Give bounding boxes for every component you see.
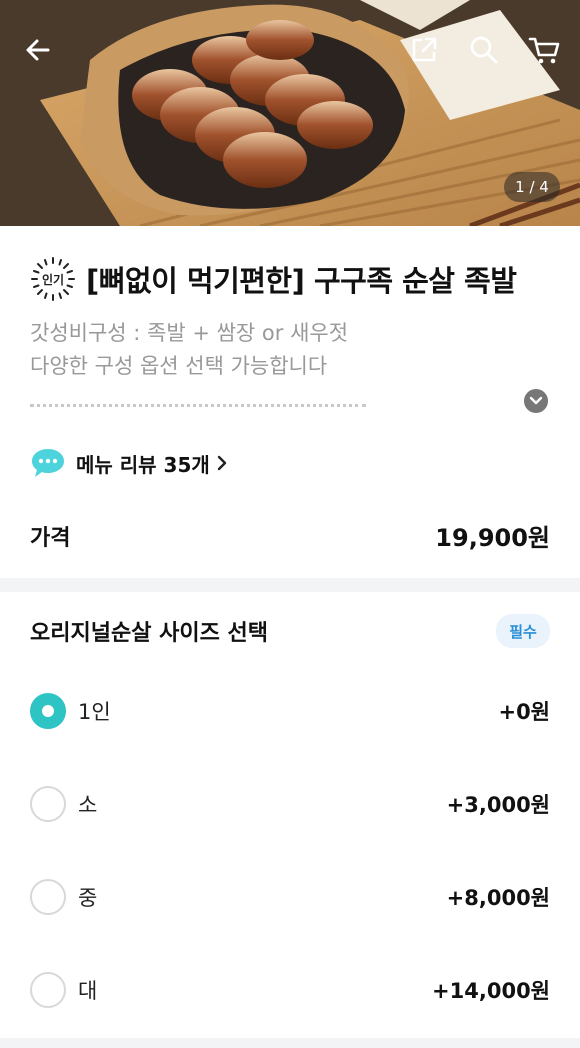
option-price: +8,000원 <box>446 886 550 910</box>
chevron-down-icon <box>529 396 543 405</box>
product-title-row: 인기 [뼈없이 먹기편한] 구구족 순살 족발 <box>30 256 517 302</box>
option-price: +0원 <box>498 700 550 724</box>
back-arrow-icon <box>26 39 50 61</box>
size-option-header: 오리지널순살 사이즈 선택 필수 <box>30 614 550 648</box>
speech-bubble-icon <box>32 449 64 477</box>
share-button[interactable] <box>404 30 444 70</box>
price-row: 가격 19,900원 <box>30 518 550 553</box>
radio-button[interactable] <box>30 693 66 729</box>
chevron-right-icon <box>217 455 226 471</box>
popular-badge: 인기 <box>30 256 76 302</box>
search-button[interactable] <box>464 30 504 70</box>
cart-button[interactable] <box>524 30 564 70</box>
price-value: 19,900원 <box>435 524 550 552</box>
share-icon <box>412 37 437 62</box>
option-price: +14,000원 <box>432 979 550 1003</box>
dotted-divider <box>30 404 366 407</box>
section-divider <box>0 578 580 592</box>
search-icon <box>470 36 498 64</box>
cart-icon <box>528 37 560 64</box>
option-group-title: 오리지널순살 사이즈 선택 <box>30 621 268 646</box>
description-line: 다양한 구성 옵션 선택 가능합니다 <box>30 354 328 378</box>
back-button[interactable] <box>18 30 58 70</box>
price-label: 가격 <box>30 525 71 551</box>
badge-label: 인기 <box>41 272 65 287</box>
image-counter: 1 / 4 <box>504 172 560 202</box>
radio-button[interactable] <box>30 972 66 1008</box>
option-item[interactable]: 중 +8,000원 <box>30 877 550 917</box>
option-item[interactable]: 1인 +0원 <box>30 691 550 731</box>
option-name: 1인 <box>78 700 111 724</box>
option-name: 소 <box>78 793 98 817</box>
radio-button[interactable] <box>30 879 66 915</box>
required-badge: 필수 <box>496 614 550 648</box>
review-label: 메뉴 리뷰 35개 <box>76 452 210 477</box>
option-item[interactable]: 대 +14,000원 <box>30 970 550 1010</box>
option-item[interactable]: 소 +3,000원 <box>30 784 550 824</box>
radio-button[interactable] <box>30 786 66 822</box>
menu-review-link[interactable]: 메뉴 리뷰 35개 <box>30 447 228 479</box>
product-image-carousel[interactable]: 1 / 4 <box>0 0 580 226</box>
section-divider <box>0 1038 580 1048</box>
product-title: [뼈없이 먹기편한] 구구족 순살 족발 <box>86 264 517 298</box>
expand-description-button[interactable] <box>524 389 548 413</box>
product-description: 갓성비구성 : 족발 + 쌈장 or 새우젓 다양한 구성 옵션 선택 가능합니… <box>30 317 348 383</box>
option-name: 중 <box>78 886 98 910</box>
option-name: 대 <box>78 979 98 1003</box>
option-price: +3,000원 <box>446 793 550 817</box>
description-line: 갓성비구성 : 족발 + 쌈장 or 새우젓 <box>30 321 349 345</box>
